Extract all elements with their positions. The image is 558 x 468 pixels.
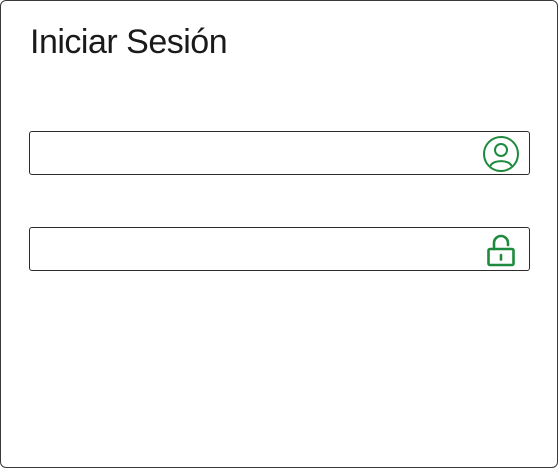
lock-open-icon xyxy=(482,231,520,269)
page-title: Iniciar Sesión xyxy=(30,23,228,61)
login-card: Iniciar Sesión xyxy=(0,0,558,468)
user-circle-icon xyxy=(482,135,520,173)
password-field-wrapper xyxy=(29,227,530,271)
password-field[interactable] xyxy=(30,228,494,270)
username-field[interactable] xyxy=(30,132,494,174)
username-field-wrapper xyxy=(29,131,530,175)
